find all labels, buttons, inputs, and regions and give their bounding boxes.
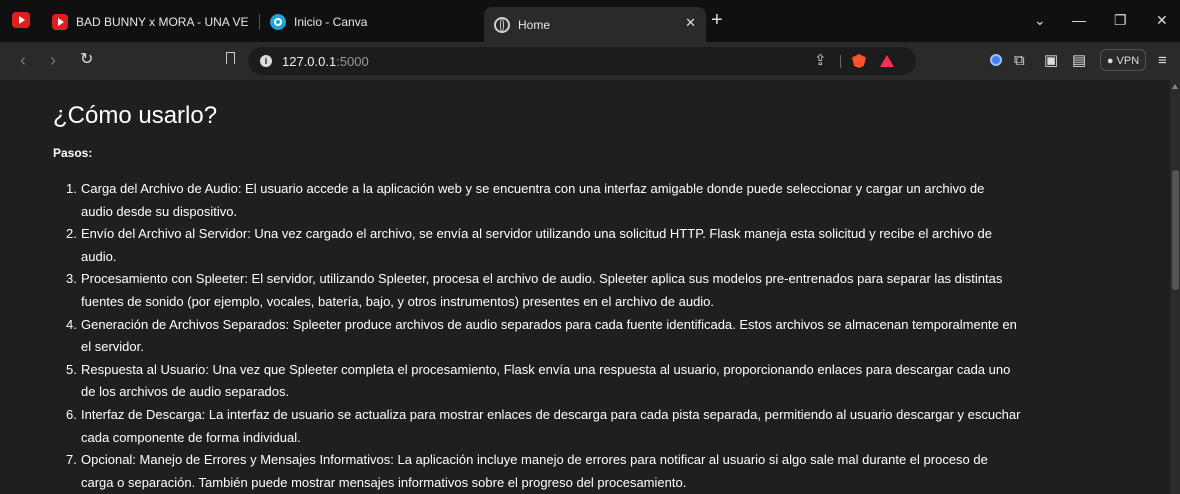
new-tab-button[interactable]: + <box>711 9 723 31</box>
youtube-icon <box>52 14 68 30</box>
list-item: 3. Procesamiento con Spleeter: El servido… <box>66 271 1003 309</box>
list-item: 5. Respuesta al Usuario: Una vez que Sple… <box>66 361 1011 400</box>
omnibox-divider <box>840 55 841 68</box>
extensions-puzzle-icon[interactable]: ⧉ <box>1014 52 1025 70</box>
address-bar[interactable]: i 127.0.0.1:5000 ⇪ <box>248 47 916 75</box>
youtube-app-icon[interactable] <box>12 12 30 28</box>
close-window-button[interactable]: ✕ <box>1156 9 1168 31</box>
url-text[interactable]: 127.0.0.1:5000 <box>282 54 369 69</box>
tab-title: Home <box>518 17 551 32</box>
list-item: 2. Envío del Archivo al Servidor: Una vez… <box>66 226 992 264</box>
vpn-button[interactable]: ● VPN <box>1100 49 1146 71</box>
globe-icon <box>494 16 510 33</box>
wallet-icon[interactable]: ▤ <box>1072 52 1086 70</box>
reload-icon[interactable]: ↻ <box>80 50 93 70</box>
forward-icon[interactable]: › <box>50 50 56 70</box>
share-icon[interactable]: ⇪ <box>814 51 827 69</box>
minimize-button[interactable]: — <box>1072 9 1086 31</box>
tab-search-icon[interactable]: ⌄ <box>1034 9 1046 31</box>
steps-label: Pasos: <box>53 146 93 160</box>
list-item: 7. Opcional: Manejo de Errores y Mensajes… <box>66 452 988 490</box>
tab-youtube[interactable]: BAD BUNNY x MORA - UNA VEZ | Yt <box>52 7 248 37</box>
tab-strip: BAD BUNNY x MORA - UNA VEZ | Yt Inicio -… <box>0 0 1180 42</box>
brave-shields-icon[interactable] <box>852 54 866 68</box>
close-tab-icon[interactable]: ✕ <box>685 15 696 31</box>
bookmark-icon[interactable] <box>226 52 235 64</box>
list-item: 6. Interfaz de Descarga: La interfaz de u… <box>66 406 1021 445</box>
page-content: ¿Cómo usarlo? Pasos: 1. Carga del Archivo… <box>0 80 1170 494</box>
restore-button[interactable]: ❐ <box>1114 9 1127 31</box>
vpn-label: VPN <box>1116 55 1140 67</box>
extension-icon[interactable] <box>990 54 1002 66</box>
steps-list: 1. Carga del Archivo de Audio: El usuario… <box>66 178 1141 494</box>
list-item: 1. Carga del Archivo de Audio: El usuario… <box>66 181 985 219</box>
brave-rewards-icon[interactable] <box>880 55 894 67</box>
scrollbar-thumb[interactable] <box>1172 170 1179 290</box>
tab-home[interactable]: Home ✕ <box>484 7 706 42</box>
scroll-up-arrow-icon[interactable] <box>1172 84 1178 89</box>
sidebar-icon[interactable]: ▣ <box>1044 52 1058 70</box>
browser-toolbar: ‹ › ↻ i 127.0.0.1:5000 ⇪ ⧉ ▣ ▤ ● VPN ≡ <box>0 42 1180 80</box>
tab-title: BAD BUNNY x MORA - UNA VEZ | Yt <box>76 15 248 29</box>
site-info-icon[interactable]: i <box>260 55 272 67</box>
back-icon[interactable]: ‹ <box>20 50 26 70</box>
page-title: ¿Cómo usarlo? <box>53 102 218 129</box>
list-item: 4. Generación de Archivos Separados: Sple… <box>66 316 1017 355</box>
menu-icon[interactable]: ≡ <box>1158 52 1167 70</box>
tab-canva[interactable]: Inicio - Canva <box>270 7 460 37</box>
canva-icon <box>270 14 286 30</box>
tab-title: Inicio - Canva <box>294 15 368 29</box>
tab-separator <box>259 14 260 30</box>
